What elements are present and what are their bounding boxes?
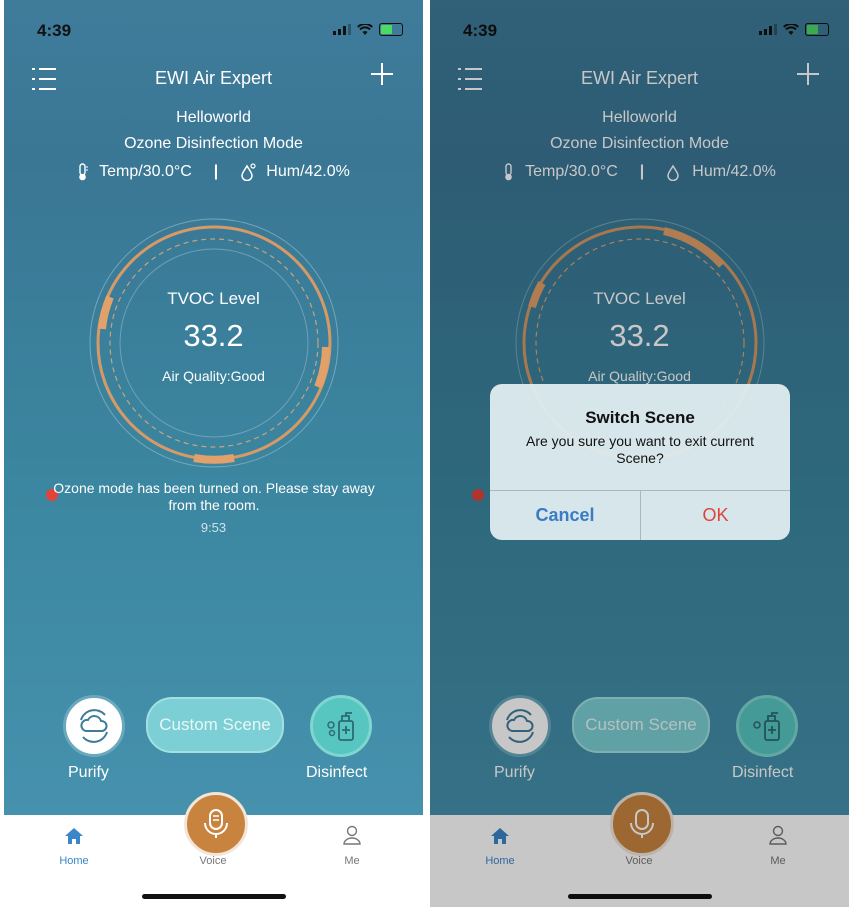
- ok-button[interactable]: OK: [641, 491, 790, 540]
- app-title: EWI Air Expert: [154, 68, 273, 88]
- phone-screen-home: 4:39 EWI Air Expert Helloworld Ozone Dis…: [4, 0, 423, 907]
- mode-name: Ozone Disinfection Mode: [124, 135, 303, 152]
- home-indicator: [142, 894, 286, 899]
- gauge-label: TVOC Level: [167, 289, 260, 308]
- thermometer-icon: [79, 163, 89, 181]
- voice-button[interactable]: [184, 792, 248, 856]
- ozone-warning: Ozone mode has been turned on. Please st…: [53, 480, 375, 513]
- status-time: 4:39: [37, 21, 72, 40]
- tab-me[interactable]: Me: [322, 825, 382, 867]
- dialog-title: Switch Scene: [585, 408, 695, 427]
- readout-separator: |: [213, 163, 219, 180]
- disinfect-label: Disinfect: [306, 764, 368, 781]
- purify-label: Purify: [68, 764, 109, 781]
- air-quality-label: Air Quality:Good: [162, 368, 265, 384]
- disinfect-button[interactable]: [310, 695, 372, 757]
- tab-me-label: Me: [344, 855, 360, 867]
- custom-scene-button[interactable]: Custom Scene: [146, 697, 284, 753]
- home-icon: [65, 828, 83, 844]
- app-background: 4:39 EWI Air Expert Helloworld Ozone Dis…: [4, 0, 423, 815]
- purify-button[interactable]: [63, 695, 125, 757]
- device-name: Helloworld: [176, 109, 251, 126]
- tab-home[interactable]: Home: [44, 828, 104, 867]
- cancel-button[interactable]: Cancel: [490, 491, 640, 540]
- humidity-icon: [241, 163, 256, 181]
- gauge-value: 33.2: [183, 318, 244, 353]
- countdown-timer: 9:53: [200, 520, 227, 535]
- signal-icon: [333, 24, 351, 35]
- status-icons: [333, 23, 403, 36]
- disinfect-icon: [327, 712, 354, 741]
- tab-home-label: Home: [59, 855, 89, 867]
- person-icon: [343, 825, 361, 845]
- battery-icon: [379, 23, 403, 36]
- microphone-icon: [204, 809, 228, 838]
- temperature-value: Temp/30.0°C: [99, 163, 192, 180]
- dialog-message: Are you sure you want to exit current Sc…: [526, 433, 754, 466]
- wifi-icon: [357, 23, 373, 35]
- switch-scene-dialog: Switch Scene Are you sure you want to ex…: [490, 384, 790, 540]
- phone-screen-dialog: 4:39 EWI Air Expert Helloworld Ozone Dis…: [430, 0, 849, 907]
- humidity-value: Hum/42.0%: [266, 163, 350, 180]
- add-icon[interactable]: [371, 63, 393, 85]
- environment-readout: Temp/30.0°C | Hum/42.0%: [4, 163, 423, 181]
- purify-icon: [80, 709, 108, 743]
